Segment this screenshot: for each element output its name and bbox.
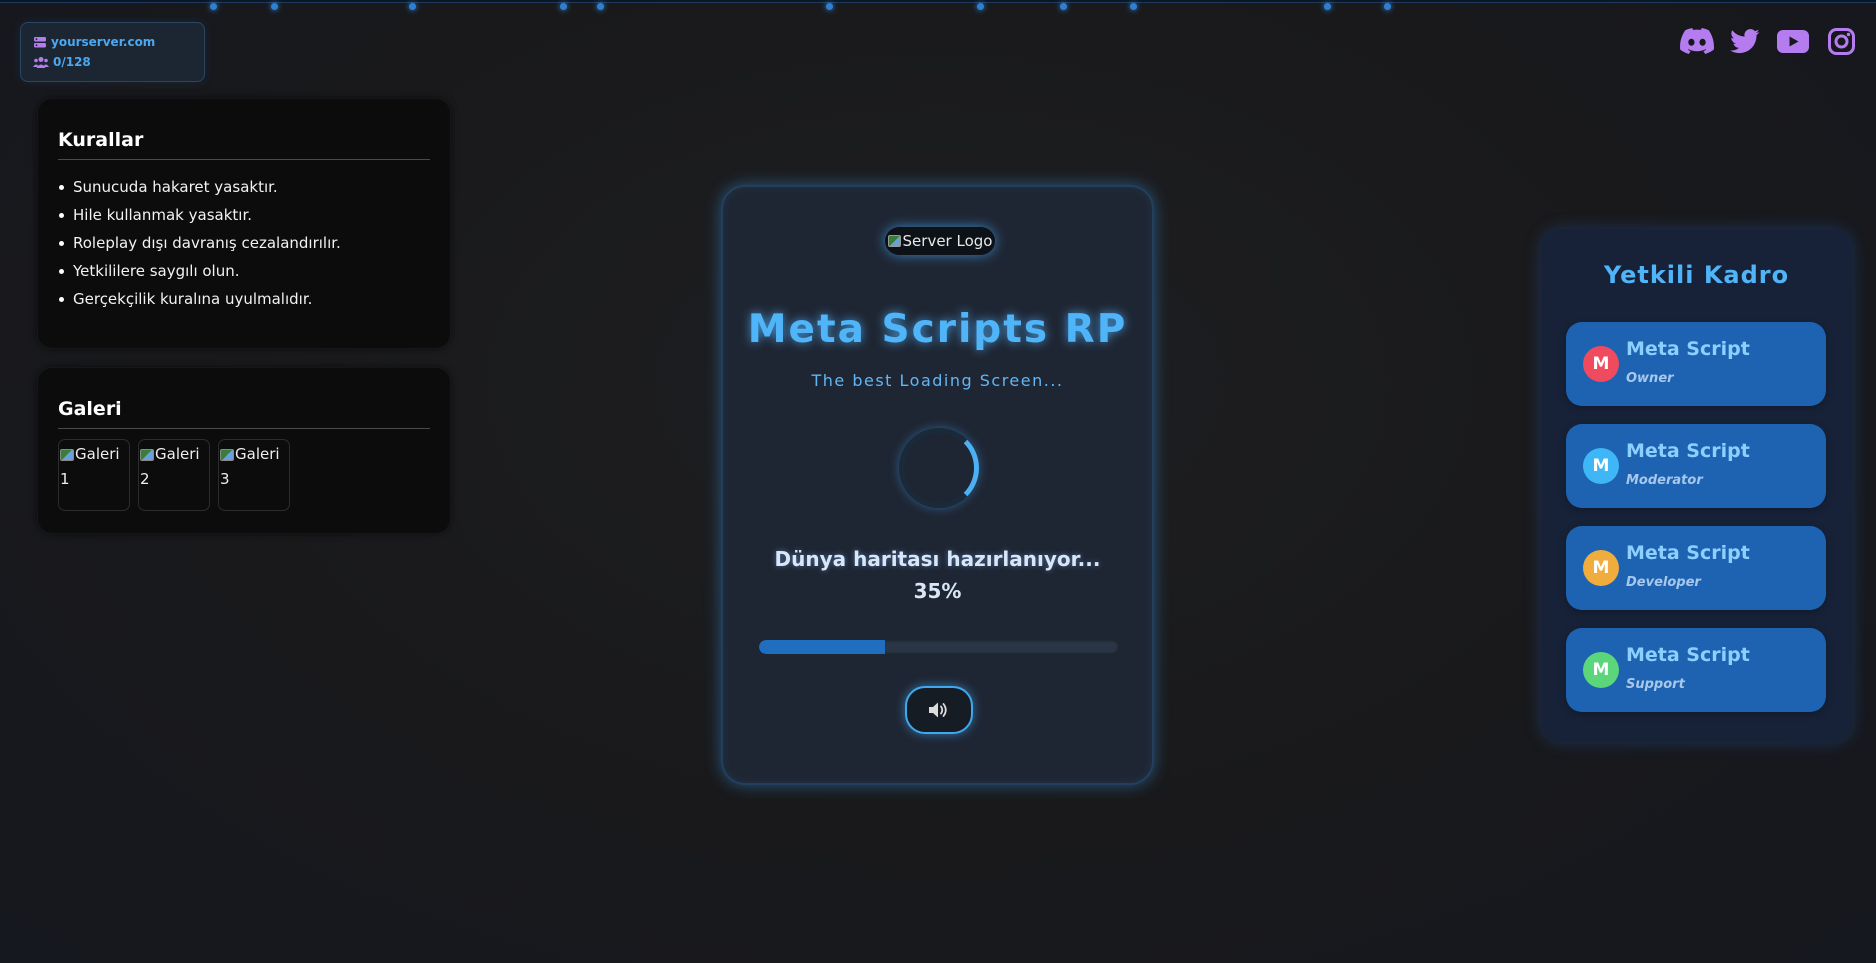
twitter-icon — [1730, 28, 1760, 53]
particle-dot — [1060, 3, 1067, 10]
rules-title: Kurallar — [58, 129, 430, 160]
instagram-link[interactable] — [1824, 26, 1858, 56]
rule-item: Yetkililere saygılı olun. — [58, 260, 430, 288]
twitter-link[interactable] — [1728, 26, 1762, 56]
server-logo: Server Logo — [885, 227, 995, 255]
broken-image-icon — [60, 449, 74, 461]
gallery-image-1[interactable]: Galeri 1 — [58, 439, 130, 511]
users-icon — [33, 56, 49, 68]
server-icon — [34, 36, 46, 47]
staff-member-name: Meta Script — [1626, 542, 1750, 564]
loading-status: Dünya haritası hazırlanıyor... — [774, 547, 1101, 571]
staff-member-owner[interactable]: M Meta Script Owner — [1566, 322, 1826, 406]
staff-title: Yetkili Kadro — [1603, 261, 1790, 289]
avatar: M — [1583, 652, 1619, 688]
server-name: Meta Scripts RP — [747, 307, 1128, 352]
avatar: M — [1583, 346, 1619, 382]
gallery-image-alt-index: 1 — [60, 470, 70, 488]
gallery-image-3[interactable]: Galeri 3 — [218, 439, 290, 511]
audio-toggle-button[interactable] — [905, 686, 973, 734]
avatar: M — [1583, 550, 1619, 586]
broken-image-icon — [887, 235, 901, 247]
staff-panel: Yetkili Kadro M Meta Script Owner M Meta… — [1541, 229, 1852, 742]
particle-line — [0, 0, 1876, 3]
server-address-row: yourserver.com — [33, 32, 192, 52]
staff-member-role: Owner — [1626, 371, 1674, 386]
gallery-panel: Galeri Galeri 1 Galeri 2 Galeri 3 — [38, 368, 450, 533]
server-logo-alt: Server Logo — [902, 232, 993, 250]
gallery-image-alt: Galeri — [155, 445, 200, 463]
staff-member-name: Meta Script — [1626, 440, 1750, 462]
rule-item: Hile kullanmak yasaktır. — [58, 204, 430, 232]
gallery-title: Galeri — [58, 398, 430, 429]
particle-dot — [271, 3, 278, 10]
youtube-link[interactable] — [1776, 26, 1810, 56]
staff-member-name: Meta Script — [1626, 644, 1750, 666]
gallery-grid: Galeri 1 Galeri 2 Galeri 3 — [58, 439, 430, 511]
staff-member-moderator[interactable]: M Meta Script Moderator — [1566, 424, 1826, 508]
volume-icon — [929, 702, 947, 718]
rule-item: Gerçekçilik kuralına uyulmalıdır. — [58, 288, 430, 316]
avatar: M — [1583, 448, 1619, 484]
discord-link[interactable] — [1680, 26, 1714, 56]
gallery-image-2[interactable]: Galeri 2 — [138, 439, 210, 511]
instagram-icon — [1827, 27, 1855, 55]
player-count-row: 0/128 — [33, 52, 192, 72]
gallery-image-alt: Galeri — [235, 445, 280, 463]
progress-fill — [759, 640, 885, 654]
staff-member-developer[interactable]: M Meta Script Developer — [1566, 526, 1826, 610]
loading-percent: 35% — [913, 579, 962, 603]
gallery-image-alt: Galeri — [75, 445, 120, 463]
broken-image-icon — [220, 449, 234, 461]
server-info-box: yourserver.com 0/128 — [20, 22, 205, 82]
staff-member-support[interactable]: M Meta Script Support — [1566, 628, 1826, 712]
tagline: The best Loading Screen... — [811, 371, 1064, 390]
social-links — [1680, 26, 1858, 56]
particle-dot — [560, 3, 567, 10]
particle-dot — [1324, 3, 1331, 10]
gallery-image-alt-index: 2 — [140, 470, 150, 488]
rule-item: Sunucuda hakaret yasaktır. — [58, 176, 430, 204]
particle-dot — [597, 3, 604, 10]
loading-spinner — [899, 428, 979, 508]
rules-panel: Kurallar Sunucuda hakaret yasaktır. Hile… — [38, 99, 450, 348]
particle-dot — [1130, 3, 1137, 10]
staff-member-role: Support — [1626, 677, 1685, 692]
loading-card: Server Logo Meta Scripts RP The best Loa… — [721, 185, 1154, 785]
discord-icon — [1680, 28, 1714, 54]
gallery-image-alt-index: 3 — [220, 470, 230, 488]
progress-bar — [759, 640, 1119, 654]
particle-dot — [977, 3, 984, 10]
server-address: yourserver.com — [51, 35, 156, 49]
staff-member-role: Developer — [1626, 575, 1701, 590]
particle-dot — [409, 3, 416, 10]
player-count: 0/128 — [53, 55, 91, 69]
rules-list: Sunucuda hakaret yasaktır. Hile kullanma… — [58, 176, 430, 316]
particle-dot — [826, 3, 833, 10]
particle-dot — [1384, 3, 1391, 10]
youtube-icon — [1777, 29, 1809, 53]
staff-member-name: Meta Script — [1626, 338, 1750, 360]
broken-image-icon — [140, 449, 154, 461]
rule-item: Roleplay dışı davranış cezalandırılır. — [58, 232, 430, 260]
staff-member-role: Moderator — [1626, 473, 1703, 488]
particle-dot — [210, 3, 217, 10]
